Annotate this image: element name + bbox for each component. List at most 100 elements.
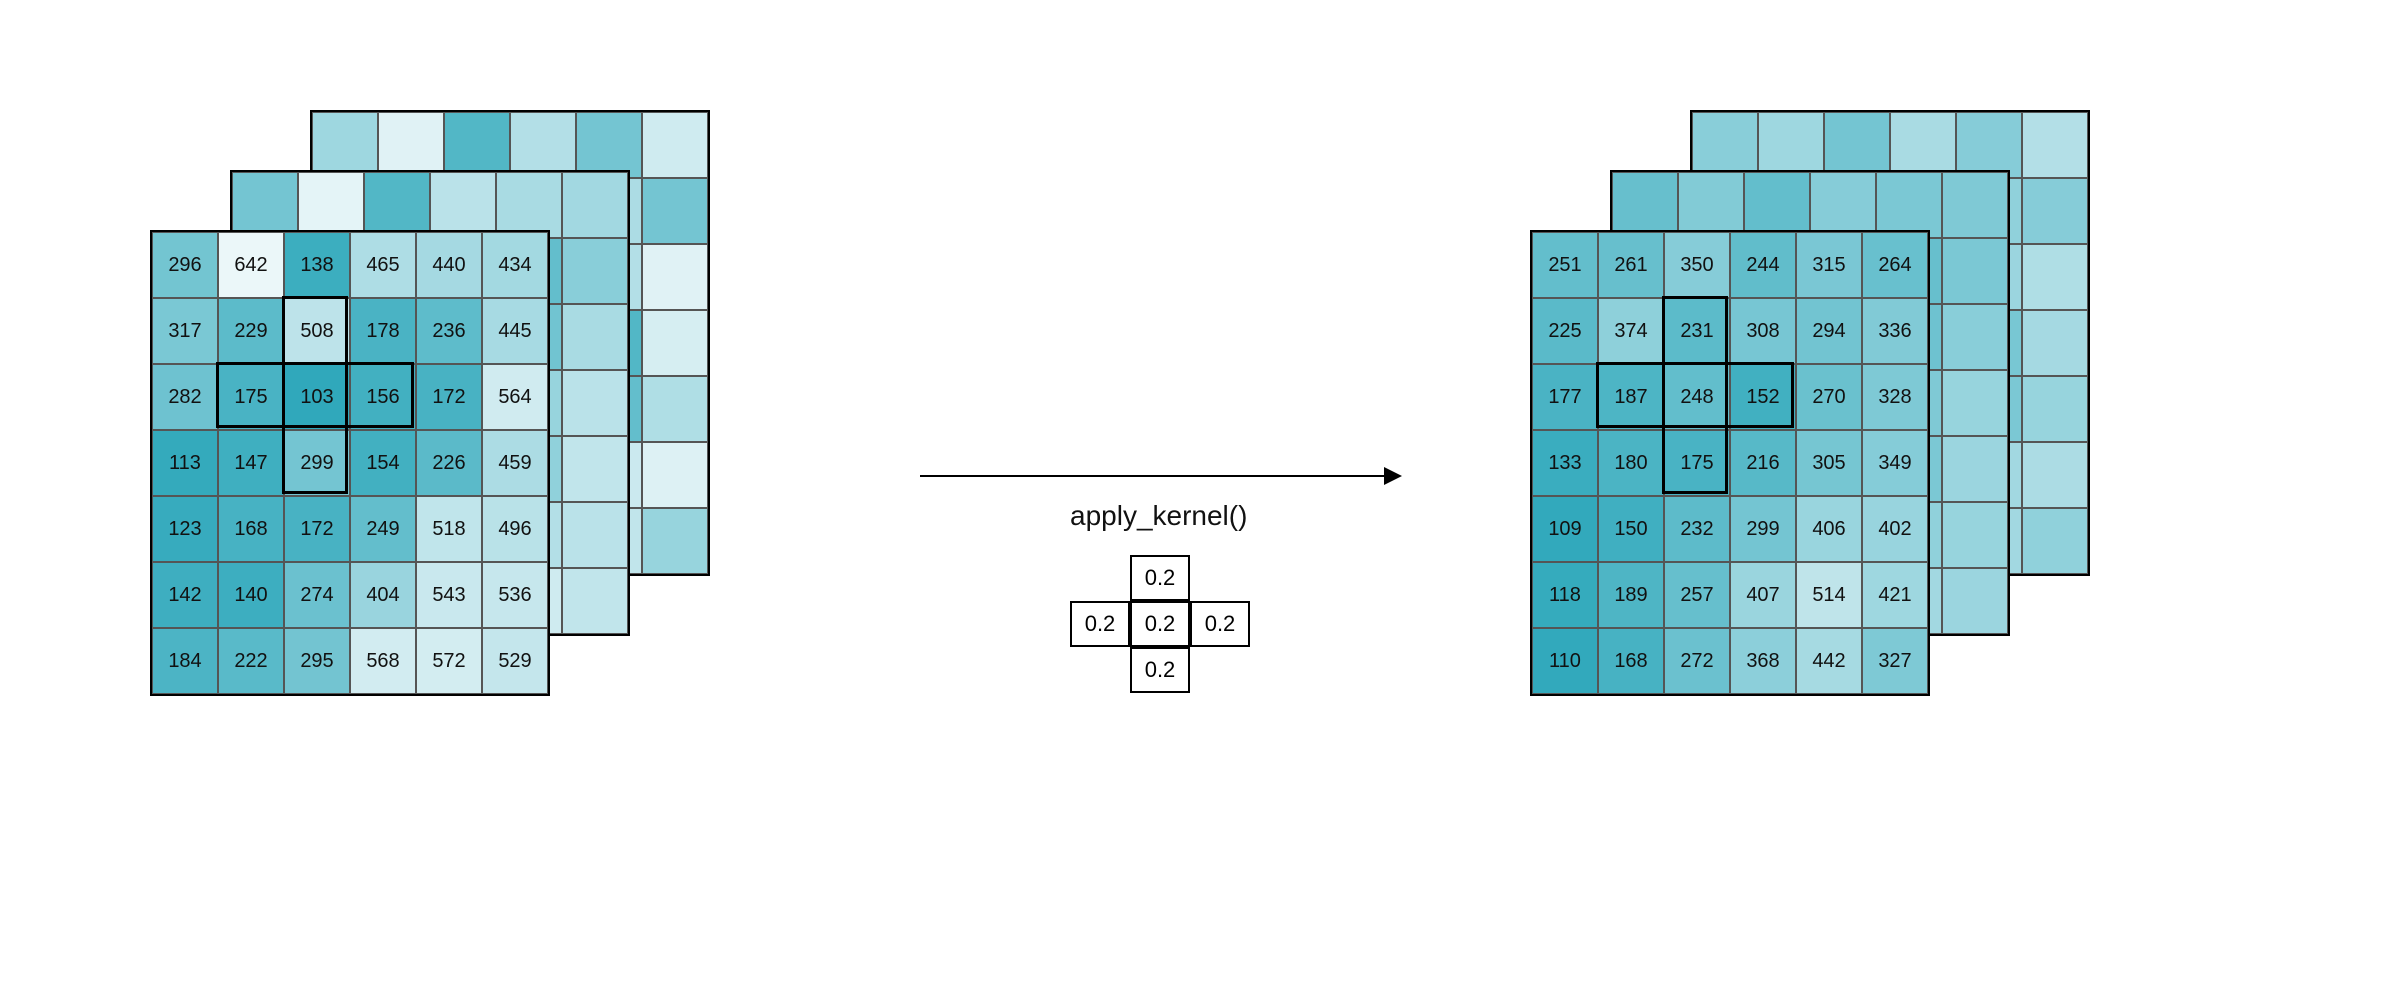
kernel-center: 0.2 [1130, 601, 1190, 647]
grid-cell [1876, 172, 1942, 238]
grid-cell [232, 172, 298, 238]
grid-cell [642, 442, 708, 508]
grid-cell: 270 [1796, 364, 1862, 430]
grid-cell: 138 [284, 232, 350, 298]
grid-cell: 406 [1796, 496, 1862, 562]
grid-cell: 244 [1730, 232, 1796, 298]
grid-cell [642, 508, 708, 574]
grid-cell [562, 436, 628, 502]
grid-cell [510, 112, 576, 178]
grid-cell [562, 502, 628, 568]
diagram-stage: 2966421384654404343172295081782364452821… [0, 0, 2400, 1000]
grid-cell: 350 [1664, 232, 1730, 298]
grid-cell: 368 [1730, 628, 1796, 694]
grid-cell: 572 [416, 628, 482, 694]
grid-cell: 118 [1532, 562, 1598, 628]
grid-cell: 168 [1598, 628, 1664, 694]
grid-cell: 404 [350, 562, 416, 628]
grid-cell: 216 [1730, 430, 1796, 496]
grid-cell: 299 [1730, 496, 1796, 562]
grid-cell: 445 [482, 298, 548, 364]
grid-cell: 282 [152, 364, 218, 430]
grid-cell: 518 [416, 496, 482, 562]
grid-cell: 459 [482, 430, 548, 496]
grid-cell: 113 [152, 430, 218, 496]
grid-cell [1758, 112, 1824, 178]
grid-cell: 168 [218, 496, 284, 562]
grid-cell [1692, 112, 1758, 178]
grid-cell: 514 [1796, 562, 1862, 628]
grid-cell: 184 [152, 628, 218, 694]
grid-cell [378, 112, 444, 178]
grid-cell [562, 304, 628, 370]
grid-cell: 642 [218, 232, 284, 298]
grid-cell [1942, 436, 2008, 502]
grid-cell [1810, 172, 1876, 238]
grid-cell: 402 [1862, 496, 1928, 562]
grid-cell [2022, 310, 2088, 376]
grid-cell: 103 [284, 364, 350, 430]
grid-cell: 508 [284, 298, 350, 364]
grid-cell: 175 [1664, 430, 1730, 496]
grid-cell [1890, 112, 1956, 178]
kernel-left: 0.2 [1070, 601, 1130, 647]
grid-cell [642, 376, 708, 442]
grid-cell: 442 [1796, 628, 1862, 694]
grid-cell: 226 [416, 430, 482, 496]
grid-cell [1612, 172, 1678, 238]
grid-cell: 231 [1664, 298, 1730, 364]
kernel-down: 0.2 [1130, 647, 1190, 693]
grid-cell: 440 [416, 232, 482, 298]
grid-cell: 299 [284, 430, 350, 496]
grid-cell: 257 [1664, 562, 1730, 628]
right-stack: 2512613502443152642253742313082943361771… [1530, 110, 2130, 760]
grid-cell [562, 370, 628, 436]
grid-cell [1942, 568, 2008, 634]
grid-cell [642, 244, 708, 310]
grid-cell [364, 172, 430, 238]
grid-cell [562, 568, 628, 634]
grid-cell: 229 [218, 298, 284, 364]
grid-cell [1942, 304, 2008, 370]
grid-cell: 232 [1664, 496, 1730, 562]
grid-cell [1956, 112, 2022, 178]
left-grid-front: 2966421384654404343172295081782364452821… [150, 230, 550, 696]
grid-cell [576, 112, 642, 178]
grid-cell: 328 [1862, 364, 1928, 430]
right-grid-front: 2512613502443152642253742313082943361771… [1530, 230, 1930, 696]
grid-cell: 109 [1532, 496, 1598, 562]
grid-cell: 180 [1598, 430, 1664, 496]
grid-cell: 543 [416, 562, 482, 628]
grid-cell: 178 [350, 298, 416, 364]
grid-cell: 295 [284, 628, 350, 694]
grid-cell: 248 [1664, 364, 1730, 430]
grid-cell: 110 [1532, 628, 1598, 694]
grid-cell: 156 [350, 364, 416, 430]
grid-cell: 336 [1862, 298, 1928, 364]
grid-cell: 496 [482, 496, 548, 562]
grid-cell [1942, 502, 2008, 568]
grid-cell [642, 310, 708, 376]
grid-cell [2022, 244, 2088, 310]
grid-cell: 272 [1664, 628, 1730, 694]
grid-cell: 189 [1598, 562, 1664, 628]
kernel-right: 0.2 [1190, 601, 1250, 647]
grid-cell: 317 [152, 298, 218, 364]
grid-cell [2022, 112, 2088, 178]
grid-cell: 172 [416, 364, 482, 430]
grid-cell: 305 [1796, 430, 1862, 496]
grid-cell [2022, 178, 2088, 244]
grid-cell [1942, 172, 2008, 238]
grid-cell: 308 [1730, 298, 1796, 364]
grid-cell [562, 172, 628, 238]
grid-cell: 222 [218, 628, 284, 694]
grid-cell: 225 [1532, 298, 1598, 364]
grid-cell: 274 [284, 562, 350, 628]
apply-arrow [920, 475, 1400, 477]
grid-cell: 465 [350, 232, 416, 298]
grid-cell [2022, 508, 2088, 574]
grid-cell [298, 172, 364, 238]
grid-cell: 147 [218, 430, 284, 496]
left-stack: 2966421384654404343172295081782364452821… [150, 110, 750, 760]
grid-cell: 236 [416, 298, 482, 364]
